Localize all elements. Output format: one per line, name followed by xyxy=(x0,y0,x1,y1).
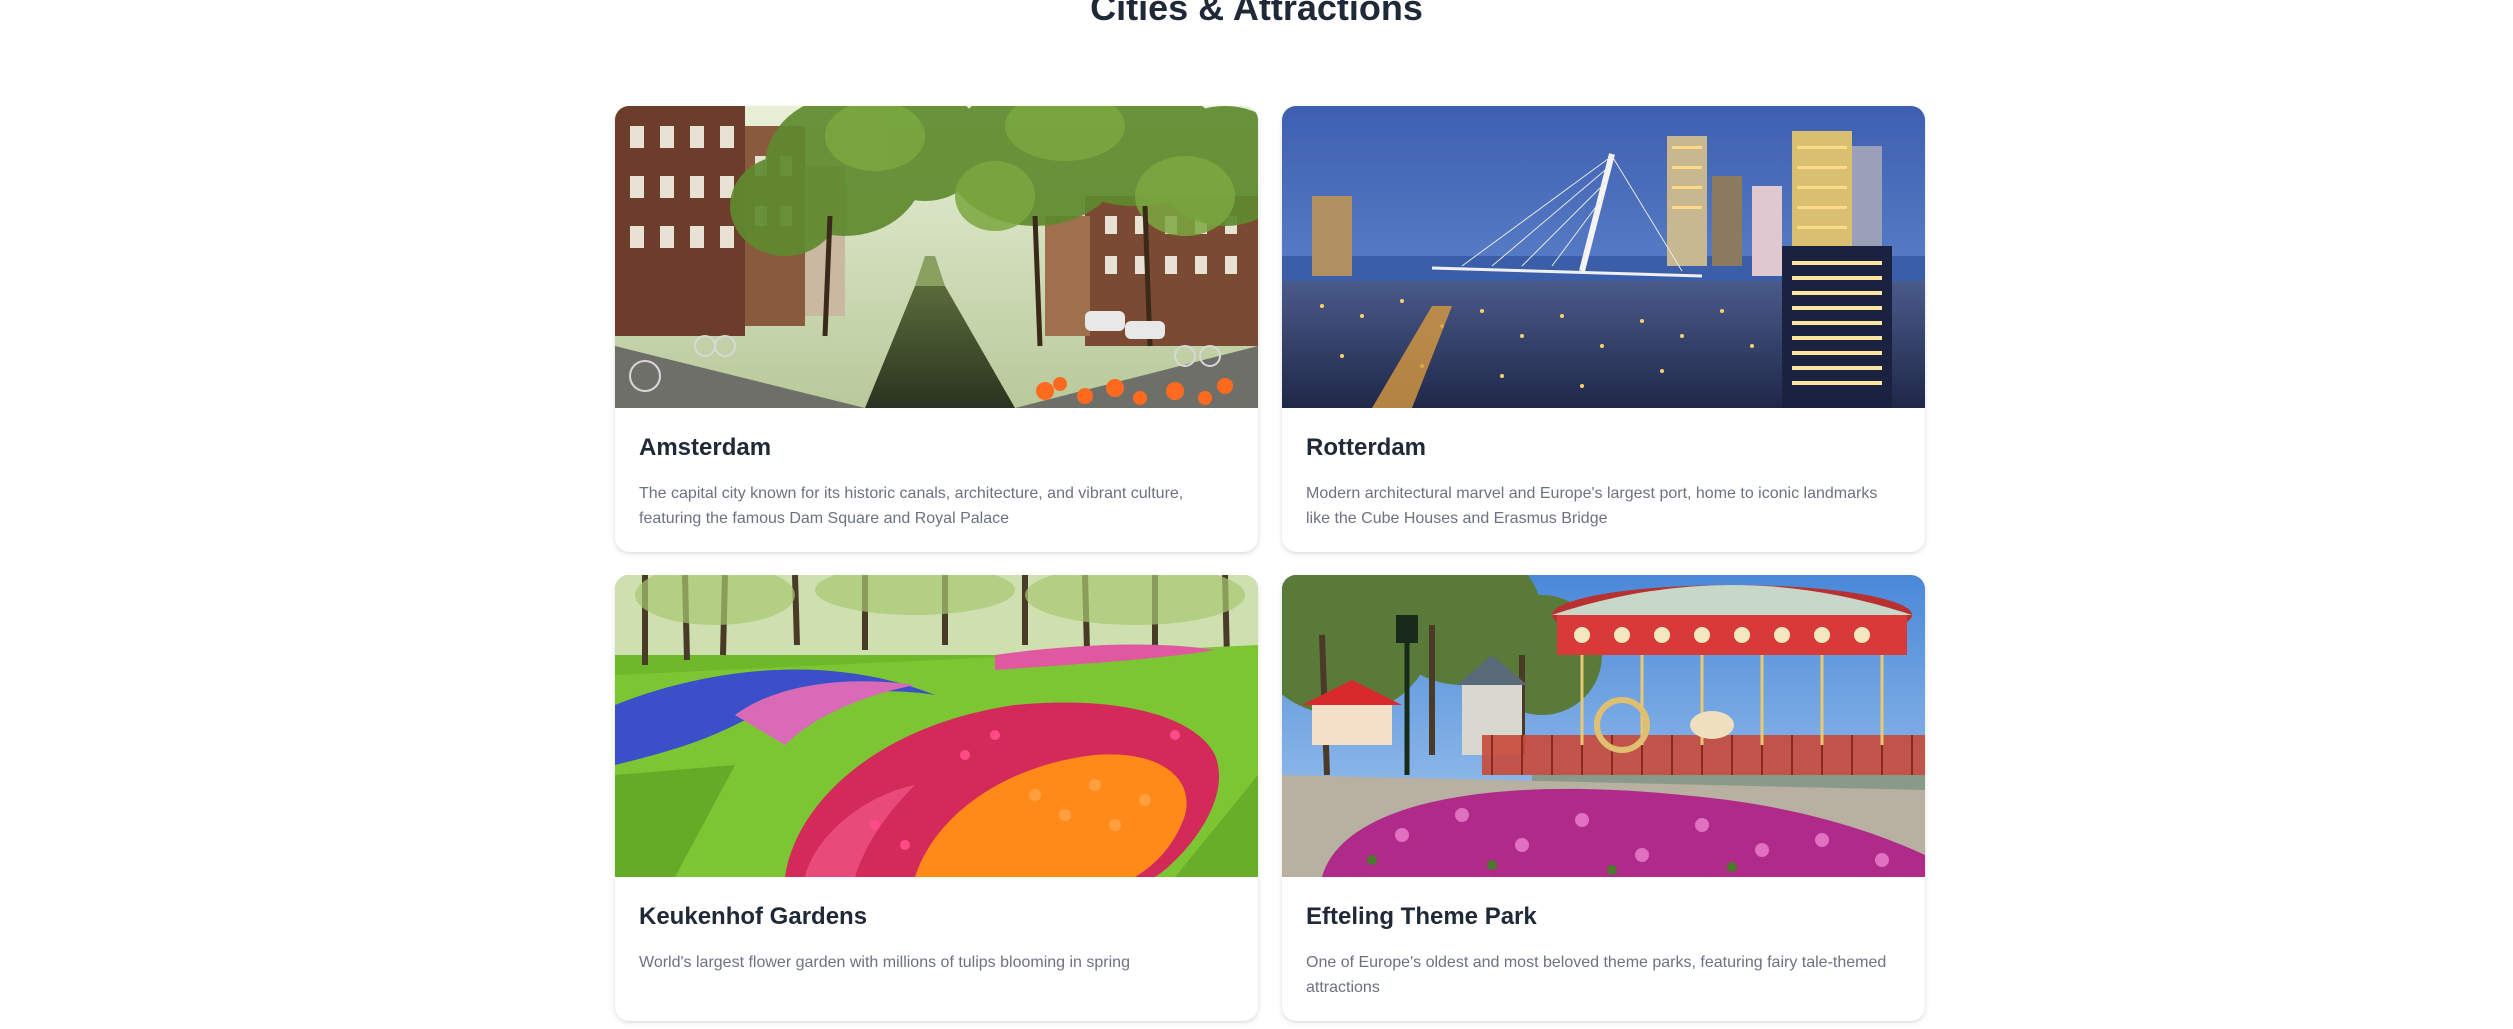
amsterdam-canal-image xyxy=(615,106,1258,408)
attraction-card-amsterdam[interactable]: Amsterdam The capital city known for its… xyxy=(615,106,1258,552)
card-description: One of Europe's oldest and most beloved … xyxy=(1306,953,1887,996)
attraction-card-keukenhof[interactable]: Keukenhof Gardens World's largest flower… xyxy=(615,575,1258,1021)
card-description: The capital city known for its historic … xyxy=(639,484,1184,527)
card-title: Efteling Theme Park xyxy=(1306,903,1537,930)
rotterdam-skyline-image xyxy=(1282,106,1925,408)
card-description: Modern architectural marvel and Europe's… xyxy=(1306,484,1878,527)
keukenhof-tulips-image xyxy=(615,575,1258,877)
card-description: World's largest flower garden with milli… xyxy=(639,953,1130,971)
section-title: Cities & Attractions xyxy=(1090,0,1423,28)
card-title: Keukenhof Gardens xyxy=(639,903,868,930)
attractions-grid: Amsterdam The capital city known for its… xyxy=(615,106,1925,1021)
efteling-carousel-image xyxy=(1282,575,1925,877)
card-title: Rotterdam xyxy=(1306,434,1427,461)
attractions-page: Cities & Attractions Amsterdam The capit… xyxy=(0,0,2513,1029)
card-title: Amsterdam xyxy=(639,434,772,461)
attraction-card-efteling[interactable]: Efteling Theme Park One of Europe's olde… xyxy=(1282,575,1925,1021)
attraction-card-rotterdam[interactable]: Rotterdam Modern architectural marvel an… xyxy=(1282,106,1925,552)
